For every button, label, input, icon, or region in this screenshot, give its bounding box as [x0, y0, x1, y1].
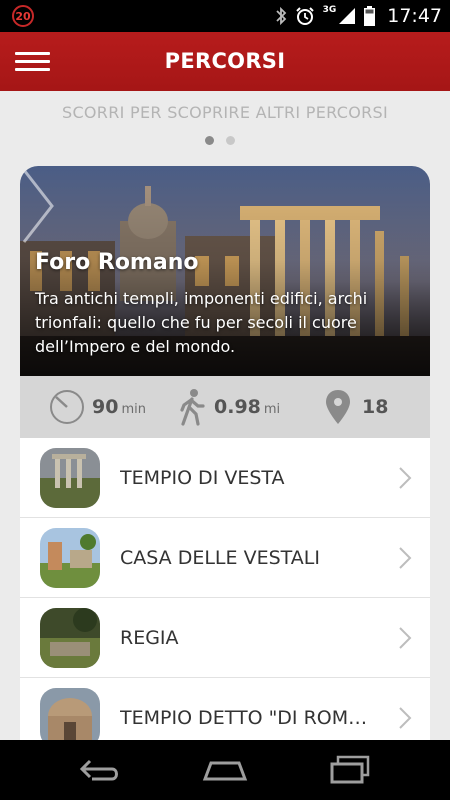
duration-unit: min	[121, 401, 146, 417]
page-title: PERCORSI	[164, 49, 286, 73]
chevron-right-icon	[399, 467, 412, 489]
chevron-right-icon	[399, 547, 412, 569]
list-item[interactable]: TEMPIO DI VESTA	[20, 438, 430, 518]
page-dot-active	[205, 136, 214, 145]
clock: 17:47	[387, 5, 442, 27]
network-type-label: 3G	[322, 5, 337, 15]
route-title: Foro Romano	[35, 250, 199, 275]
stop-thumbnail	[40, 528, 100, 588]
back-icon[interactable]	[78, 755, 122, 785]
route-card[interactable]: Foro Romano Tra antichi templi, imponent…	[20, 166, 430, 766]
location-pin-icon	[326, 390, 350, 424]
swipe-hint: SCORRI PER SCOPRIRE ALTRI PERCORSI	[61, 103, 389, 122]
battery-icon	[364, 6, 376, 26]
chevron-right-icon[interactable]	[20, 166, 56, 246]
home-icon[interactable]	[201, 755, 249, 785]
list-item[interactable]: REGIA	[20, 598, 430, 678]
recents-icon[interactable]	[330, 755, 372, 785]
stop-label: CASA DELLE VESTALI	[120, 547, 320, 569]
system-nav-bar	[0, 740, 450, 800]
alarm-icon	[295, 7, 314, 25]
chevron-right-icon	[399, 707, 412, 729]
app-bar: PERCORSI	[0, 32, 450, 91]
stops-stat: 18	[324, 376, 388, 438]
stop-label: TEMPIO DI VESTA	[120, 467, 285, 489]
route-hero-image[interactable]: Foro Romano Tra antichi templi, imponent…	[20, 166, 430, 376]
page-dot	[226, 136, 235, 145]
stop-label: REGIA	[120, 627, 179, 649]
stops-value: 18	[362, 396, 389, 418]
status-bar: 20 3G 17:47	[0, 0, 450, 32]
page-indicator	[205, 136, 235, 145]
duration-value: 90	[92, 396, 119, 418]
distance-value: 0.98	[214, 396, 261, 418]
bluetooth-icon	[275, 6, 286, 26]
distance-unit: mi	[263, 401, 281, 417]
stop-thumbnail	[40, 448, 100, 508]
duration-stat: 90 min	[48, 376, 146, 438]
stopwatch-icon	[50, 390, 84, 424]
chevron-right-icon	[399, 627, 412, 649]
stop-thumbnail	[40, 608, 100, 668]
walking-icon	[180, 389, 205, 426]
route-description: Tra antichi templi, imponenti edifici, a…	[35, 289, 368, 356]
notification-badge-icon: 20	[12, 5, 34, 27]
signal-icon	[339, 8, 356, 24]
route-stats-bar: 90 min 0.98 mi 18	[20, 376, 430, 438]
list-item[interactable]: CASA DELLE VESTALI	[20, 518, 430, 598]
stops-list: TEMPIO DI VESTA CASA DELLE VESTALI REGIA…	[20, 438, 430, 758]
distance-stat: 0.98 mi	[178, 376, 280, 438]
stop-thumbnail	[40, 688, 100, 748]
